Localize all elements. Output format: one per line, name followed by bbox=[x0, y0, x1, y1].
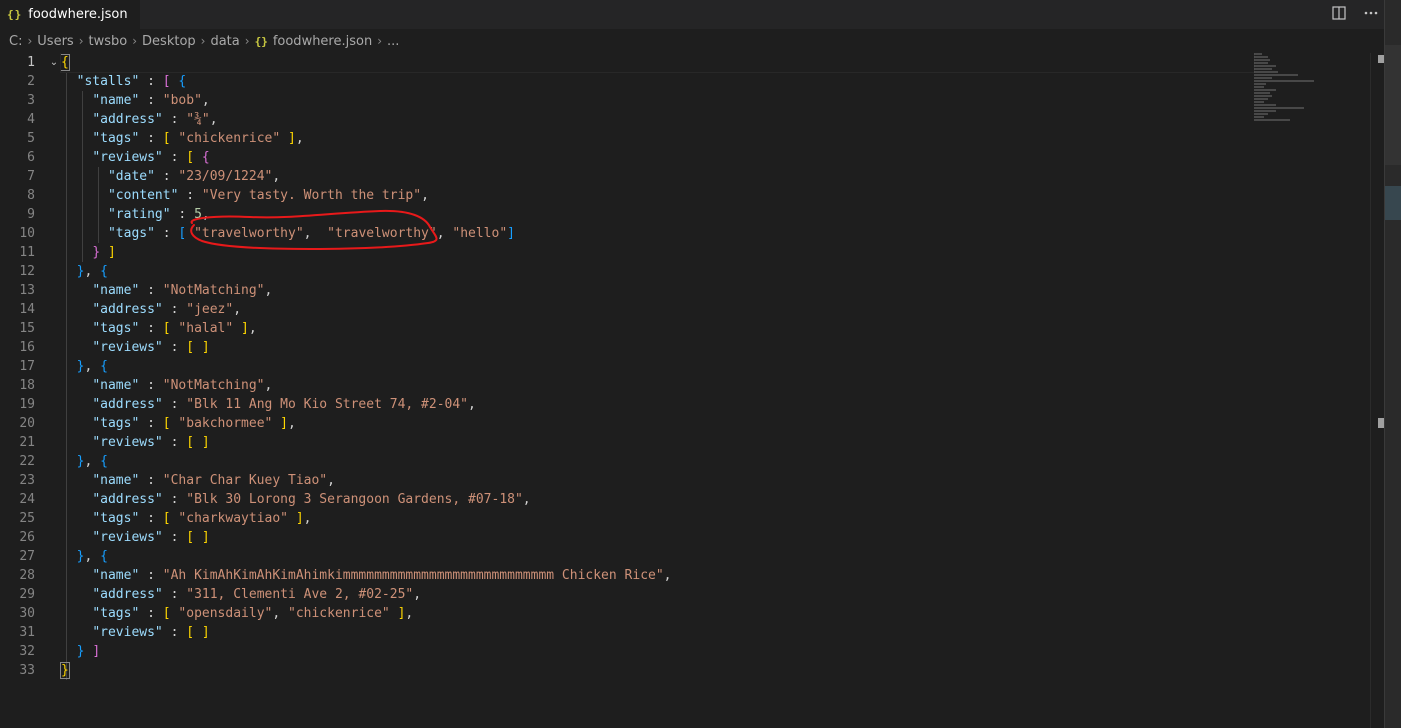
line-number: 2 bbox=[27, 74, 35, 89]
code-line: "content" : "Very tasty. Worth the trip"… bbox=[107, 188, 429, 203]
breadcrumb-item-users[interactable]: Users bbox=[37, 34, 73, 49]
line-number: 4 bbox=[27, 112, 35, 127]
line-number: 1 bbox=[27, 55, 35, 70]
code-editor[interactable]: 1 2 3 4 5 6 7 8 9 10 11 12 13 14 15 16 1… bbox=[0, 53, 1384, 728]
line-number: 31 bbox=[19, 625, 35, 640]
line-number: 12 bbox=[19, 264, 35, 279]
breadcrumb-item-twsbo[interactable]: twsbo bbox=[89, 34, 128, 49]
line-number: 23 bbox=[19, 473, 35, 488]
red-annotation-circle bbox=[190, 209, 438, 251]
code-line: }, { bbox=[76, 454, 108, 469]
line-number: 13 bbox=[19, 283, 35, 298]
line-number: 27 bbox=[19, 549, 35, 564]
line-number: 30 bbox=[19, 606, 35, 621]
more-actions-icon[interactable] bbox=[1361, 5, 1381, 23]
line-number: 21 bbox=[19, 435, 35, 450]
line-number-gutter: 1 2 3 4 5 6 7 8 9 10 11 12 13 14 15 16 1… bbox=[0, 53, 48, 680]
line-number: 20 bbox=[19, 416, 35, 431]
code-line: "reviews" : [ ] bbox=[92, 435, 210, 450]
vscode-window: {} foodwhere.json C: › Users › twsbo › D… bbox=[0, 0, 1401, 728]
minimap[interactable] bbox=[1254, 53, 1370, 133]
editor-actions bbox=[1329, 5, 1381, 23]
code-line: "name" : "bob", bbox=[92, 93, 210, 108]
code-line: "name" : "Char Char Kuey Tiao", bbox=[92, 473, 335, 488]
code-line: }, { bbox=[76, 549, 108, 564]
code-line: "tags" : [ "charkwaytiao" ], bbox=[92, 511, 312, 526]
json-file-icon: {} bbox=[7, 8, 23, 21]
line-number: 3 bbox=[27, 93, 35, 108]
code-line: } bbox=[60, 662, 70, 679]
breadcrumb-item-drive[interactable]: C: bbox=[9, 34, 22, 49]
line-number: 5 bbox=[27, 131, 35, 146]
chevron-right-icon: › bbox=[27, 34, 33, 48]
chevron-right-icon: › bbox=[377, 34, 383, 48]
breadcrumb-ellipsis[interactable]: ... bbox=[387, 34, 399, 49]
breadcrumb-item-data[interactable]: data bbox=[210, 34, 239, 49]
line-number: 18 bbox=[19, 378, 35, 393]
window-edge-panel bbox=[1385, 45, 1401, 165]
breadcrumb: C: › Users › twsbo › Desktop › data › {}… bbox=[0, 29, 1384, 53]
line-number: 28 bbox=[19, 568, 35, 583]
code-line: "tags" : [ "opensdaily", "chickenrice" ]… bbox=[92, 606, 414, 621]
adjacent-window-edge bbox=[1384, 0, 1401, 728]
fold-chevron-icon[interactable]: ⌄ bbox=[48, 53, 60, 72]
line-number: 15 bbox=[19, 321, 35, 336]
window-edge-highlight bbox=[1385, 186, 1401, 220]
line-number: 8 bbox=[27, 188, 35, 203]
line-number: 14 bbox=[19, 302, 35, 317]
code-line: } ] bbox=[76, 644, 101, 659]
code-line: "reviews" : [ ] bbox=[92, 340, 210, 355]
line-number: 26 bbox=[19, 530, 35, 545]
line-number: 16 bbox=[19, 340, 35, 355]
split-editor-icon[interactable] bbox=[1329, 5, 1349, 23]
code-line: "address" : "Blk 30 Lorong 3 Serangoon G… bbox=[92, 492, 531, 507]
chevron-right-icon: › bbox=[200, 34, 206, 48]
line-number: 17 bbox=[19, 359, 35, 374]
line-number: 33 bbox=[19, 663, 35, 678]
line-number: 9 bbox=[27, 207, 35, 222]
line-number: 24 bbox=[19, 492, 35, 507]
breadcrumb-item-file[interactable]: foodwhere.json bbox=[273, 34, 372, 49]
breadcrumb-item-desktop[interactable]: Desktop bbox=[142, 34, 196, 49]
code-line: "name" : "NotMatching", bbox=[92, 378, 273, 393]
line-number: 22 bbox=[19, 454, 35, 469]
code-line: "tags" : [ "chickenrice" ], bbox=[92, 131, 304, 146]
code-line: "tags" : [ "halal" ], bbox=[92, 321, 257, 336]
code-line: "reviews" : [ ] bbox=[92, 625, 210, 640]
line-number: 19 bbox=[19, 397, 35, 412]
chevron-right-icon: › bbox=[244, 34, 250, 48]
code-line: "address" : "jeez", bbox=[92, 302, 242, 317]
tab-foodwhere-json[interactable]: {} foodwhere.json bbox=[0, 0, 140, 29]
vertical-scrollbar[interactable] bbox=[1370, 53, 1384, 728]
code-lines: { "stalls" : [ { "name" : "bob", "addres… bbox=[60, 53, 1255, 680]
line-number: 6 bbox=[27, 150, 35, 165]
chevron-right-icon: › bbox=[78, 34, 84, 48]
code-line: "reviews" : [ { bbox=[92, 150, 210, 165]
code-line: "address" : "311, Clementi Ave 2, #02-25… bbox=[92, 587, 422, 602]
line-number: 10 bbox=[19, 226, 35, 241]
code-line: "date" : "23/09/1224", bbox=[107, 169, 281, 184]
code-line: "tags" : [ "bakchormee" ], bbox=[92, 416, 296, 431]
code-line: "name" : "NotMatching", bbox=[92, 283, 273, 298]
chevron-right-icon: › bbox=[132, 34, 138, 48]
code-line: "address" : "¾", bbox=[92, 112, 218, 127]
code-line: "name" : "Ah KimAhKimAhKimAhimkimmmmmmmm… bbox=[92, 568, 672, 583]
code-line: "address" : "Blk 11 Ang Mo Kio Street 74… bbox=[92, 397, 476, 412]
code-line: { bbox=[60, 53, 1255, 73]
line-number: 32 bbox=[19, 644, 35, 659]
code-line: "reviews" : [ ] bbox=[92, 530, 210, 545]
line-number: 11 bbox=[19, 245, 35, 260]
json-file-icon: {} bbox=[254, 34, 268, 48]
line-number: 25 bbox=[19, 511, 35, 526]
code-line: "stalls" : [ { bbox=[76, 74, 187, 89]
code-line: }, { bbox=[76, 264, 108, 279]
tab-label: foodwhere.json bbox=[28, 7, 128, 22]
code-line: }, { bbox=[76, 359, 108, 374]
line-number: 29 bbox=[19, 587, 35, 602]
tab-bar: {} foodwhere.json bbox=[0, 0, 1401, 29]
line-number: 7 bbox=[27, 169, 35, 184]
